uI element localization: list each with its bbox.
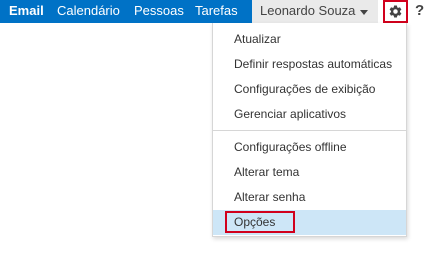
nav-tasks[interactable]: Tarefas	[195, 0, 238, 23]
highlight-box	[225, 211, 295, 233]
user-menu-button[interactable]: Leonardo Souza	[252, 0, 378, 23]
settings-button[interactable]	[383, 0, 408, 23]
menu-item-respostas-automaticas[interactable]: Definir respostas automáticas	[213, 52, 406, 77]
menu-separator	[213, 130, 406, 131]
menu-item-atualizar[interactable]: Atualizar	[213, 27, 406, 52]
menu-item-opcoes[interactable]: Opções	[213, 210, 406, 235]
menu-item-gerenciar-aplicativos[interactable]: Gerenciar aplicativos	[213, 102, 406, 127]
settings-dropdown-menu: Atualizar Definir respostas automáticas …	[212, 23, 407, 237]
top-navigation-bar: Email Calendário Pessoas Tarefas Leonard…	[0, 0, 434, 23]
menu-item-alterar-tema[interactable]: Alterar tema	[213, 160, 406, 185]
toolbar-right: ?	[378, 0, 434, 23]
nav-email[interactable]: Email	[9, 0, 44, 23]
nav-calendar[interactable]: Calendário	[57, 0, 120, 23]
gear-icon	[389, 5, 402, 18]
menu-item-configuracoes-offline[interactable]: Configurações offline	[213, 135, 406, 160]
user-name: Leonardo Souza	[260, 3, 356, 18]
nav-people[interactable]: Pessoas	[134, 0, 184, 23]
menu-item-alterar-senha[interactable]: Alterar senha	[213, 185, 406, 210]
help-icon[interactable]: ?	[415, 0, 424, 22]
menu-item-configuracoes-exibicao[interactable]: Configurações de exibição	[213, 77, 406, 102]
caret-down-icon	[360, 10, 368, 15]
